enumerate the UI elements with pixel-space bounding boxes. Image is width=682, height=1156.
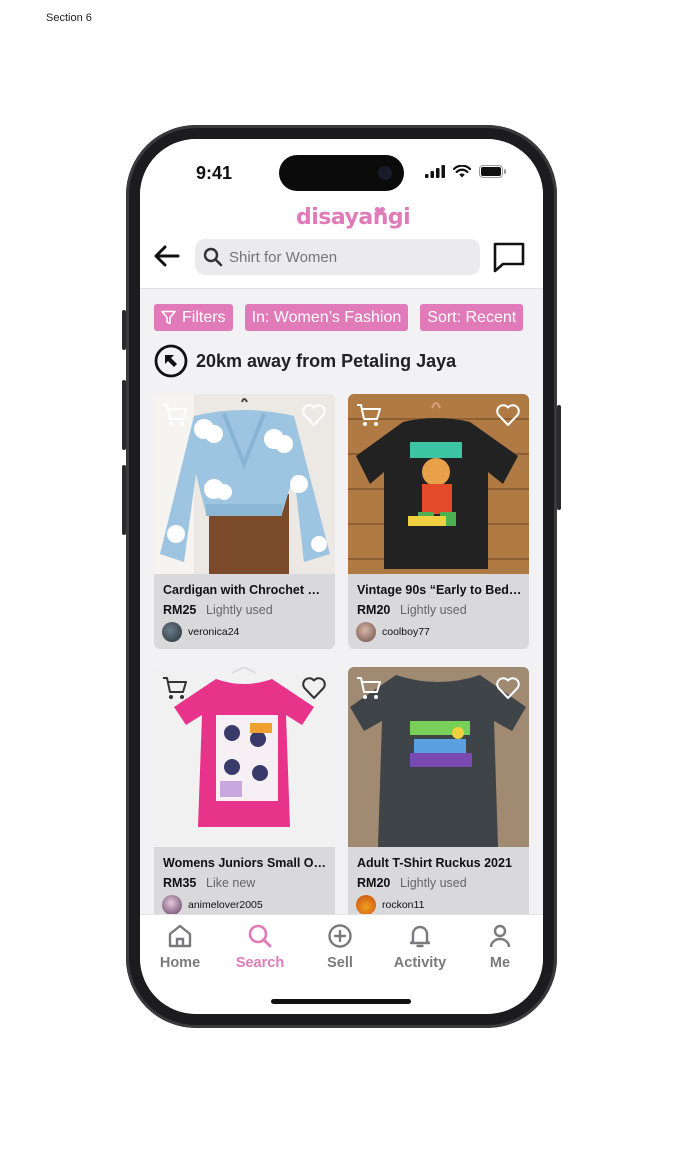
listing-condition: Like new — [206, 876, 256, 890]
listing-price: RM20 — [357, 876, 391, 890]
listing-price: RM25 — [163, 603, 197, 617]
search-bar[interactable] — [195, 239, 480, 275]
listing-price: RM35 — [163, 876, 197, 890]
avatar — [356, 895, 376, 915]
sort-chip[interactable]: Sort: Recent — [420, 304, 524, 331]
user-icon — [489, 924, 511, 948]
power-button — [557, 405, 561, 510]
seller-name[interactable]: animelover2005 — [188, 899, 263, 911]
bell-icon — [409, 925, 431, 948]
chat-button[interactable] — [492, 240, 526, 274]
listing-card[interactable]: Cardigan with Chrochet Clouds RM25 Light… — [154, 394, 335, 649]
header: disayangi ❤ — [140, 199, 543, 289]
volume-up-button — [122, 380, 126, 450]
dynamic-island — [279, 155, 404, 191]
tab-sell[interactable]: Sell — [300, 923, 380, 971]
signal-icon — [425, 165, 445, 178]
section-label: Section 6 — [46, 12, 92, 24]
cart-icon[interactable] — [356, 675, 382, 701]
listing-condition: Lightly used — [206, 603, 273, 617]
seller-name[interactable]: coolboy77 — [382, 626, 430, 638]
sort-label: Sort: Recent — [427, 308, 517, 326]
battery-icon — [479, 165, 506, 178]
filters-button[interactable]: Filters — [154, 304, 233, 331]
filter-icon — [161, 310, 176, 325]
search-input[interactable] — [229, 248, 469, 266]
heart-icon[interactable] — [301, 402, 327, 428]
filter-chips: Filters In: Women’s Fashion Sort: Recent — [154, 304, 524, 331]
filters-label: Filters — [182, 308, 226, 326]
cart-icon[interactable] — [162, 402, 188, 428]
tab-search[interactable]: Search — [220, 923, 300, 971]
phone-frame: 9:41 disayangi ❤ Shirt for Women Filters… — [122, 125, 561, 1028]
cart-icon[interactable] — [356, 402, 382, 428]
location-row[interactable]: 20km away from Petaling Jaya — [154, 344, 456, 378]
status-bar: 9:41 — [140, 139, 543, 199]
avatar — [162, 622, 182, 642]
listing-condition: Lightly used — [400, 876, 467, 890]
home-indicator — [271, 999, 411, 1004]
heart-icon[interactable] — [495, 675, 521, 701]
listing-condition: Lightly used — [400, 603, 467, 617]
listing-title: Adult T-Shirt Ruckus 2021 — [357, 856, 512, 870]
location-arrow-icon — [154, 344, 188, 378]
tab-home[interactable]: Home — [140, 923, 220, 971]
tab-label: Home — [159, 955, 201, 971]
logo-heart-icon: ❤ — [374, 203, 386, 219]
listing-price: RM20 — [357, 603, 391, 617]
volume-down-button — [122, 465, 126, 535]
search-icon — [248, 924, 272, 948]
arrow-left-icon — [154, 245, 180, 267]
location-text: 20km away from Petaling Jaya — [196, 350, 457, 371]
category-label: In: Women’s Fashion — [251, 308, 402, 326]
listing-title: Womens Juniors Small Outfit — [163, 856, 328, 870]
avatar — [356, 622, 376, 642]
app-logo: disayangi — [296, 205, 411, 230]
tab-bar: Home Search Sell Activity Me — [140, 914, 543, 1014]
cart-icon[interactable] — [162, 675, 188, 701]
avatar — [162, 895, 182, 915]
tab-label: Sell — [327, 955, 353, 971]
heart-icon[interactable] — [301, 675, 327, 701]
tab-me[interactable]: Me — [460, 923, 540, 971]
home-icon — [168, 924, 192, 948]
action-button — [122, 310, 126, 350]
category-chip[interactable]: In: Women’s Fashion — [244, 304, 409, 331]
seller-name[interactable]: veronica24 — [188, 626, 239, 638]
chat-icon — [493, 242, 525, 273]
status-time: 9:41 — [196, 163, 233, 183]
status-icons — [425, 165, 507, 178]
listing-title: Vintage 90s “Early to Bed” Tee — [357, 583, 522, 597]
seller-name[interactable]: rockon11 — [382, 899, 424, 911]
plus-circle-icon — [328, 924, 352, 948]
screen: 9:41 disayangi ❤ Shirt for Women Filters… — [140, 139, 543, 1014]
listing-card[interactable]: Womens Juniors Small Outfit RM35 Like ne… — [154, 667, 335, 922]
heart-icon[interactable] — [495, 402, 521, 428]
wifi-icon — [453, 165, 471, 178]
listing-title: Cardigan with Chrochet Clouds — [163, 583, 328, 597]
listing-card[interactable]: Vintage 90s “Early to Bed” Tee RM20 Ligh… — [348, 394, 529, 649]
tab-label: Activity — [393, 955, 447, 971]
listing-card[interactable]: Adult T-Shirt Ruckus 2021 RM20 Lightly u… — [348, 667, 529, 922]
tab-activity[interactable]: Activity — [380, 923, 460, 971]
search-icon — [203, 247, 223, 267]
tab-label: Me — [489, 955, 511, 971]
tab-label: Search — [235, 955, 285, 971]
back-button[interactable] — [152, 241, 182, 271]
